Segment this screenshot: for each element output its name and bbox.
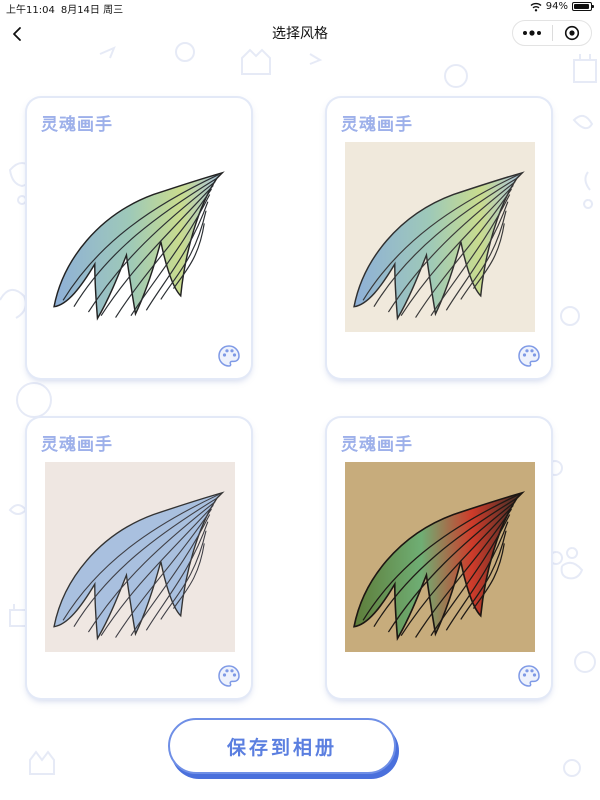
- wing-illustration: [353, 172, 524, 320]
- battery-icon: [572, 2, 594, 11]
- style-preview-image: [345, 142, 535, 332]
- style-card-3[interactable]: 灵魂画手: [27, 418, 251, 698]
- card-brand-label: 灵魂画手: [341, 435, 413, 455]
- style-card-4[interactable]: 灵魂画手: [327, 418, 551, 698]
- wing-illustration: [353, 491, 524, 640]
- style-preview-image: [45, 462, 235, 652]
- nav-bar: 选择风格: [0, 16, 600, 50]
- wing-illustration: [53, 172, 224, 320]
- target-circle-icon: [564, 25, 579, 41]
- save-to-album-button[interactable]: 保存到相册: [168, 718, 396, 774]
- card-brand-label: 灵魂画手: [341, 115, 413, 135]
- more-button[interactable]: [513, 21, 552, 45]
- save-button-label: 保存到相册: [226, 736, 337, 759]
- page-title: 选择风格: [272, 26, 328, 42]
- card-brand-label: 灵魂画手: [41, 435, 113, 455]
- status-date: 8月14日 周三: [60, 5, 124, 16]
- status-time: 上午11:04: [6, 5, 55, 16]
- style-card-2[interactable]: 灵魂画手: [327, 98, 551, 378]
- palette-icon: [518, 665, 540, 687]
- battery-level-fill: [574, 4, 589, 9]
- palette-icon: [218, 345, 240, 367]
- card-brand-label: 灵魂画手: [41, 115, 113, 135]
- palette-icon: [218, 665, 240, 687]
- palette-icon: [518, 345, 540, 367]
- style-card-1[interactable]: 灵魂画手: [27, 98, 251, 378]
- mini-program-capsule: [512, 20, 592, 46]
- style-preview-image: [45, 142, 235, 332]
- battery-percent: 94%: [545, 1, 568, 12]
- wifi-icon: [530, 2, 542, 11]
- wing-illustration: [53, 492, 224, 640]
- more-dots-icon: [523, 30, 542, 36]
- close-mini-program-button[interactable]: [553, 21, 592, 45]
- style-preview-image: [345, 462, 535, 652]
- status-bar: 上午11:04 8月14日 周三 94%: [0, 0, 600, 16]
